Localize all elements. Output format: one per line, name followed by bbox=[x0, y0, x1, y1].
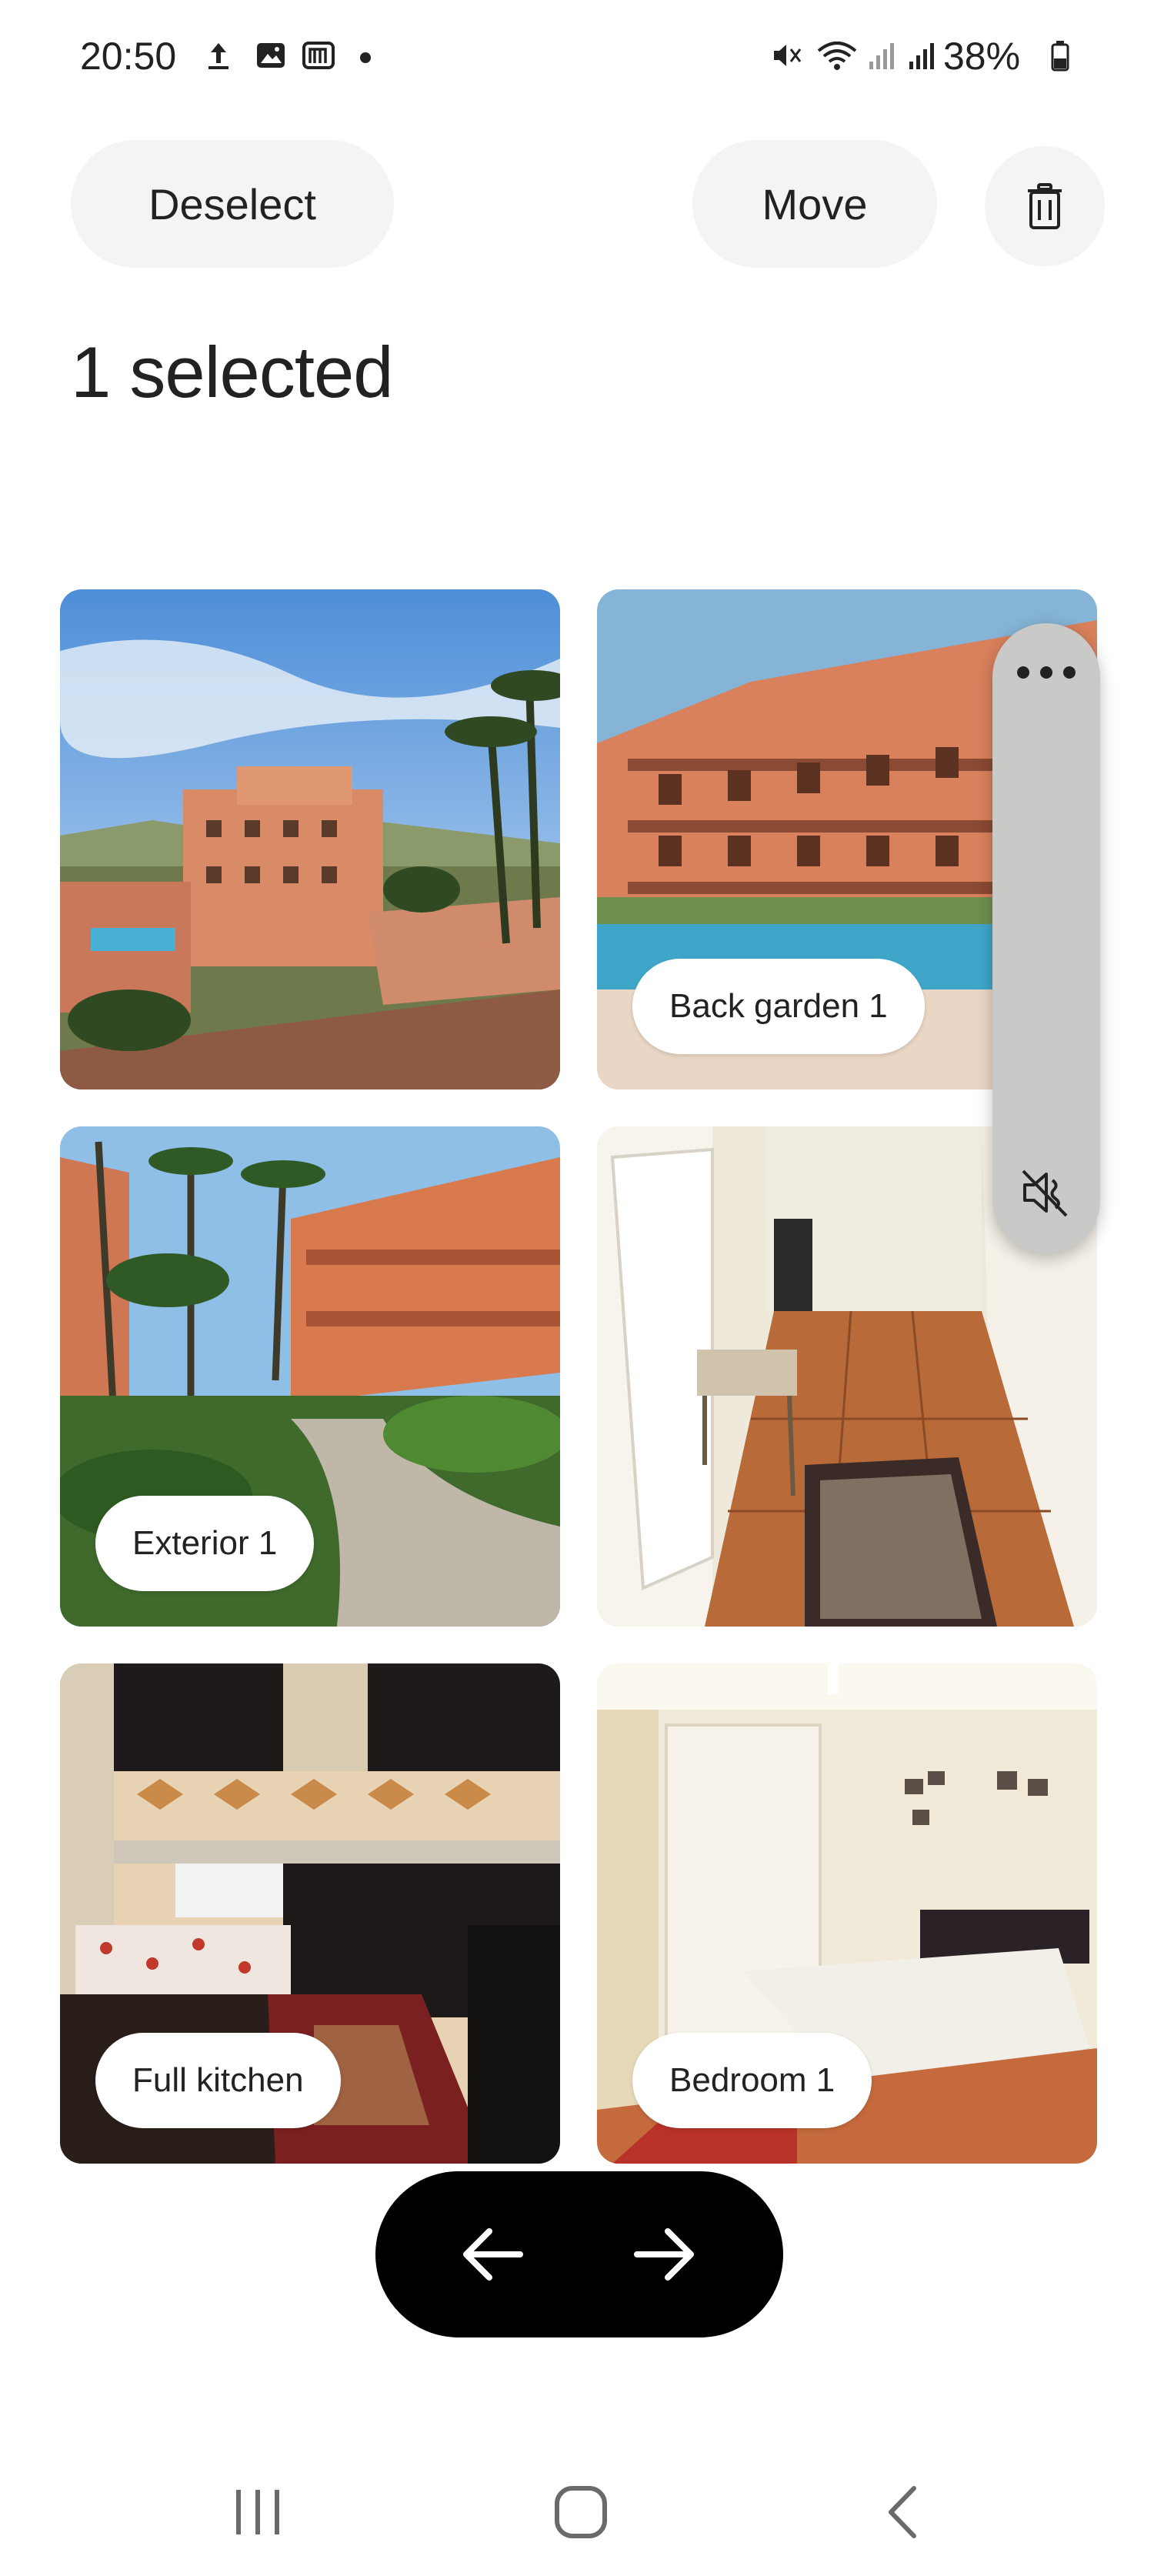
photo-tile[interactable]: Bedroom 1 bbox=[597, 1663, 1097, 2164]
move-button[interactable]: Move bbox=[692, 140, 937, 268]
page-title: 1 selected bbox=[71, 332, 394, 412]
photo-resort-view bbox=[60, 589, 560, 1089]
signal-icon-2 bbox=[909, 43, 934, 69]
delete-button[interactable] bbox=[985, 146, 1105, 266]
mute-icon bbox=[774, 45, 802, 66]
volume-panel[interactable] bbox=[992, 623, 1100, 1254]
photo-caption: Full kitchen bbox=[95, 2033, 341, 2128]
gallery-icon bbox=[257, 43, 285, 68]
arrow-left-icon[interactable] bbox=[446, 2208, 539, 2301]
status-time: 20:50 bbox=[80, 35, 177, 78]
photo-tile[interactable]: Full kitchen bbox=[60, 1663, 560, 2164]
photo-caption: Bedroom 1 bbox=[632, 2033, 872, 2128]
recents-icon[interactable] bbox=[215, 2470, 300, 2554]
arrow-right-icon[interactable] bbox=[619, 2208, 711, 2301]
more-horizontal-icon[interactable] bbox=[1017, 666, 1076, 682]
battery-percent: 38% bbox=[943, 35, 1021, 78]
photo-tile[interactable] bbox=[60, 589, 560, 1089]
back-icon[interactable] bbox=[862, 2470, 946, 2554]
photo-tile[interactable]: Exterior 1 bbox=[60, 1126, 560, 1627]
notification-dot bbox=[360, 52, 371, 63]
battery-icon bbox=[1051, 41, 1069, 72]
status-bar: 20:50 38% bbox=[0, 0, 1154, 115]
sound-muted-icon[interactable] bbox=[1016, 1162, 1077, 1223]
deselect-button[interactable]: Deselect bbox=[71, 140, 394, 268]
photo-caption: Exterior 1 bbox=[95, 1496, 315, 1591]
trash-icon bbox=[1028, 183, 1062, 229]
m-app-icon bbox=[302, 42, 335, 69]
signal-icon bbox=[869, 43, 894, 69]
upload-icon bbox=[208, 43, 228, 69]
photo-caption: Back garden 1 bbox=[632, 959, 925, 1054]
home-icon[interactable] bbox=[539, 2470, 623, 2554]
photo-pager bbox=[375, 2171, 783, 2337]
wifi-icon bbox=[817, 42, 857, 70]
